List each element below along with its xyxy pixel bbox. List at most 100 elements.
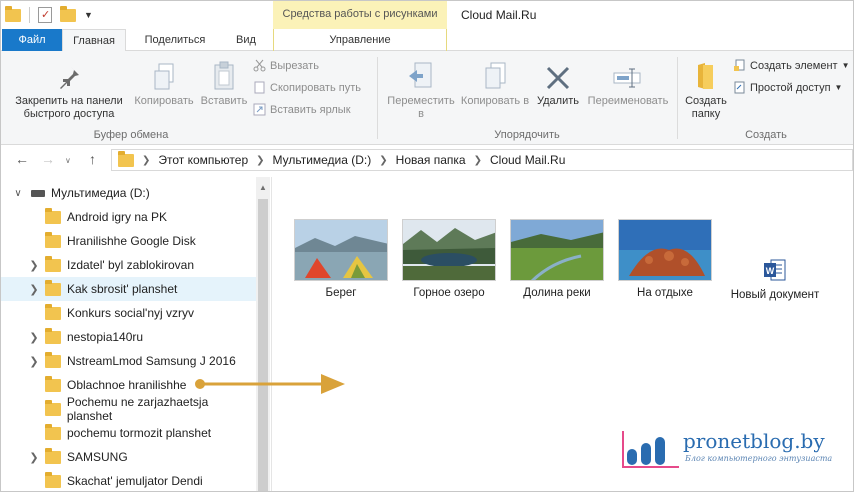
file-name: Горное озеро — [413, 287, 485, 299]
create-group: Создать папку Создать элемент ▼ Простой … — [679, 51, 853, 145]
folder-icon — [45, 255, 61, 272]
folder-icon — [45, 447, 61, 464]
chevron-right-icon[interactable]: ❯ — [27, 259, 41, 272]
tree-item-folder-selected[interactable]: ❯ Kak sbrosit' planshet — [1, 277, 256, 301]
forward-arrow-icon[interactable]: → — [41, 151, 55, 167]
folder-icon — [45, 303, 61, 320]
file-item-document[interactable]: W Новый документ — [725, 259, 825, 301]
customize-toolbar-icon[interactable]: ▼ — [84, 10, 93, 20]
delete-x-icon — [533, 57, 583, 91]
mountain-lake-thumbnail — [402, 219, 496, 281]
watermark-logo: pronetblog.by Блог компьютерного энтузиа… — [621, 427, 851, 473]
new-item-icon — [733, 59, 746, 72]
chevron-right-icon[interactable]: ❯ — [27, 355, 41, 368]
paste-label: Вставить — [200, 95, 248, 107]
tree-item-folder[interactable]: Konkurs social'nyj vzryv — [1, 301, 256, 325]
paste-button[interactable]: Вставить — [197, 57, 251, 108]
recent-locations-icon[interactable]: ∨ — [65, 156, 71, 165]
copy-path-icon — [253, 81, 266, 94]
delete-button[interactable]: Удалить — [533, 57, 583, 108]
folder-icon — [45, 279, 61, 296]
new-folder-icon[interactable] — [60, 5, 76, 22]
move-to-button[interactable]: Переместить в — [383, 57, 459, 121]
cut-button[interactable]: Вырезать — [253, 59, 319, 72]
copy-to-button[interactable]: Копировать в — [459, 57, 531, 108]
tree-item-folder[interactable]: ❯ Izdatel' byl zablokirovan — [1, 253, 256, 277]
tab-home[interactable]: Главная — [62, 29, 126, 52]
file-item-shore[interactable]: Берег — [291, 219, 391, 299]
organize-group-label: Упорядочить — [494, 129, 560, 141]
chevron-right-icon[interactable]: ❯ — [379, 155, 387, 166]
folder-label: Kak sbrosit' planshet — [67, 282, 178, 296]
chevron-right-icon[interactable]: ❯ — [27, 451, 41, 464]
pin-icon — [7, 57, 131, 91]
paste-shortcut-button[interactable]: Вставить ярлык — [253, 103, 351, 116]
tab-share[interactable]: Поделиться — [131, 29, 219, 51]
chevron-down-icon[interactable]: ∨ — [11, 188, 25, 199]
clipboard-group-label: Буфер обмена — [93, 129, 169, 141]
nav-pane-scrollbar[interactable]: ▲ — [256, 177, 270, 491]
tree-item-drive[interactable]: ∨ Мультимедиа (D:) — [11, 181, 266, 205]
rename-button[interactable]: Переименовать — [583, 57, 673, 108]
breadcrumb-new-folder[interactable]: Новая папка — [396, 153, 466, 167]
tree-item-folder[interactable]: Android igry na PK — [1, 205, 256, 229]
tree-item-folder[interactable]: pochemu tormozit planshet — [1, 421, 256, 445]
logo-title: pronetblog.by — [683, 429, 825, 453]
file-item-lake[interactable]: Горное озеро — [399, 219, 499, 299]
file-item-valley[interactable]: Долина реки — [507, 219, 607, 299]
scrollbar-thumb[interactable] — [258, 199, 268, 491]
tab-file[interactable]: Файл — [2, 29, 62, 51]
tab-view[interactable]: Вид — [223, 29, 269, 51]
vacation-thumbnail — [618, 219, 712, 281]
file-item-rest[interactable]: На отдыхе — [615, 219, 715, 299]
paste-shortcut-icon — [253, 103, 266, 116]
scroll-up-icon[interactable]: ▲ — [259, 183, 267, 192]
scissors-icon — [253, 59, 266, 72]
picture-tools-tab-group: Средства работы с рисунками — [273, 1, 447, 31]
back-arrow-icon[interactable]: ← — [15, 151, 29, 167]
shore-thumbnail — [294, 219, 388, 281]
folder-icon — [44, 399, 61, 416]
tree-item-folder[interactable]: ❯ nestopia140ru — [1, 325, 256, 349]
chevron-right-icon[interactable]: ❯ — [142, 155, 150, 166]
tree-item-folder[interactable]: Hranilishhe Google Disk — [1, 229, 256, 253]
explorer-window: ▼ Средства работы с рисунками Cloud Mail… — [0, 0, 854, 492]
folder-label: Izdatel' byl zablokirovan — [67, 258, 195, 272]
ribbon-tabs: Файл Главная Поделиться Вид Управление — [1, 29, 853, 52]
pin-quick-access-button[interactable]: Закрепить на панели быстрого доступа — [7, 57, 131, 121]
paste-icon — [197, 57, 251, 91]
breadcrumb-this-pc[interactable]: Этот компьютер — [158, 153, 248, 167]
chevron-right-icon[interactable]: ❯ — [27, 283, 41, 296]
easy-access-button[interactable]: Простой доступ ▼ — [733, 81, 842, 94]
svg-text:W: W — [766, 266, 775, 276]
title-bar: ▼ Средства работы с рисунками Cloud Mail… — [1, 1, 853, 31]
address-bar[interactable]: ❯ Этот компьютер ❯ Мультимедиа (D:) ❯ Но… — [111, 149, 853, 171]
ribbon: Закрепить на панели быстрого доступа Коп… — [1, 51, 853, 145]
copy-button[interactable]: Копировать — [129, 57, 199, 108]
tree-item-folder[interactable]: ❯ SAMSUNG — [1, 445, 256, 469]
folder-icon — [45, 231, 61, 248]
easy-access-label: Простой доступ — [750, 81, 831, 94]
new-folder-icon — [681, 57, 731, 91]
breadcrumb-cloud-mail[interactable]: Cloud Mail.Ru — [490, 153, 565, 167]
chevron-right-icon[interactable]: ❯ — [474, 155, 482, 166]
breadcrumb-drive[interactable]: Мультимедиа (D:) — [273, 153, 372, 167]
chevron-right-icon[interactable]: ❯ — [256, 155, 264, 166]
new-item-button[interactable]: Создать элемент ▼ — [733, 59, 849, 72]
folder-label: pochemu tormozit planshet — [67, 426, 212, 440]
drive-label: Мультимедиа (D:) — [51, 186, 150, 200]
folder-icon — [45, 423, 61, 440]
organize-group: Переместить в Копировать в Удалить Переи… — [379, 51, 675, 145]
folder-label: NstreamLmod Samsung J 2016 — [67, 354, 236, 368]
pane-divider[interactable] — [271, 177, 272, 491]
properties-icon[interactable] — [38, 7, 52, 23]
tab-manage[interactable]: Управление — [273, 29, 447, 51]
new-folder-label: Создать папку — [685, 95, 727, 120]
tree-item-folder[interactable]: Skachat' jemuljator Dendi — [1, 469, 256, 491]
up-arrow-icon[interactable]: ↑ — [89, 151, 96, 167]
new-item-label: Создать элемент — [750, 59, 838, 72]
copy-path-button[interactable]: Скопировать путь — [253, 81, 361, 94]
paste-shortcut-label: Вставить ярлык — [270, 103, 351, 116]
new-folder-button[interactable]: Создать папку — [681, 57, 731, 121]
chevron-right-icon[interactable]: ❯ — [27, 331, 41, 344]
